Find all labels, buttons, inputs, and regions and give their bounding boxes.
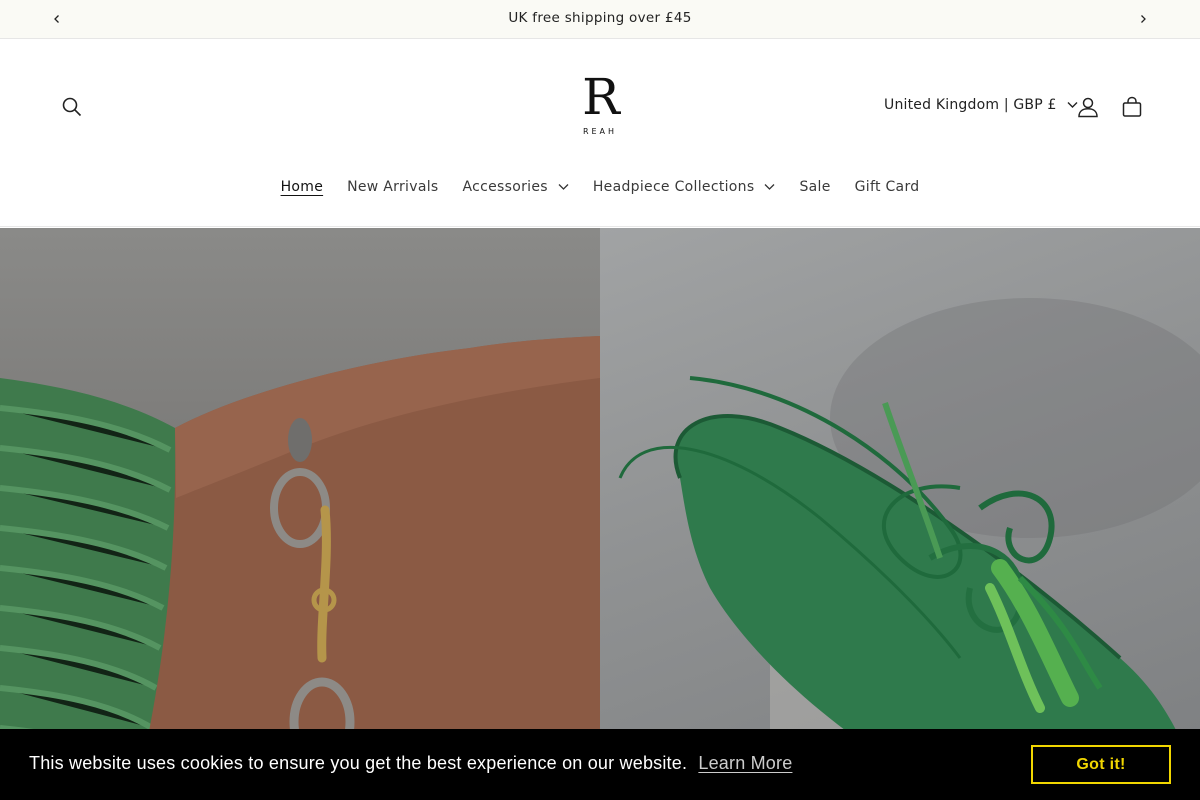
cookie-message-wrap: This website uses cookies to ensure you … xyxy=(29,753,792,774)
search-icon xyxy=(62,97,82,117)
announcement-bar: UK free shipping over £45 xyxy=(0,0,1200,39)
site-header: R REAH United Kingdom | GBP £ Home New A… xyxy=(0,39,1200,227)
cookie-accept-button[interactable]: Got it! xyxy=(1031,745,1171,784)
nav-label: Gift Card xyxy=(854,179,920,195)
nav-label: Accessories xyxy=(462,179,548,195)
main-navigation: Home New Arrivals Accessories Headpiece … xyxy=(0,177,1200,197)
logo-wordmark: REAH xyxy=(582,127,618,136)
chevron-right-icon xyxy=(1141,15,1146,23)
nav-label: Headpiece Collections xyxy=(592,179,755,195)
nav-item-headpiece-collections[interactable]: Headpiece Collections xyxy=(581,177,788,197)
locale-label: United Kingdom | GBP £ xyxy=(884,97,1057,113)
nav-label: New Arrivals xyxy=(347,179,439,195)
account-icon xyxy=(1078,97,1098,118)
site-logo[interactable]: R REAH xyxy=(560,69,640,149)
hero-banner[interactable] xyxy=(0,228,1200,800)
hero-image-bracelet[interactable] xyxy=(0,228,600,800)
country-currency-selector[interactable]: United Kingdom | GBP £ xyxy=(884,97,1078,113)
announcement-next-button[interactable] xyxy=(1134,10,1152,28)
chevron-down-icon xyxy=(558,184,569,190)
cart-icon xyxy=(1122,96,1142,117)
headpiece-illustration xyxy=(618,298,1200,800)
nav-item-accessories[interactable]: Accessories xyxy=(450,177,580,197)
announcement-text: UK free shipping over £45 xyxy=(508,10,692,26)
cookie-banner: This website uses cookies to ensure you … xyxy=(0,729,1200,800)
search-button[interactable] xyxy=(50,85,94,129)
nav-item-new-arrivals[interactable]: New Arrivals xyxy=(335,177,450,197)
cart-button[interactable] xyxy=(1110,85,1154,129)
logo-mark: R xyxy=(582,68,620,126)
chevron-down-icon xyxy=(764,184,775,190)
nav-item-sale[interactable]: Sale xyxy=(787,177,842,197)
nav-label: Sale xyxy=(799,179,831,195)
hero-image-headpiece[interactable] xyxy=(600,228,1200,800)
bracelet-illustration xyxy=(0,336,600,800)
account-button[interactable] xyxy=(1066,85,1110,129)
nav-label: Home xyxy=(280,179,324,195)
nav-item-gift-card[interactable]: Gift Card xyxy=(843,177,932,197)
cookie-message: This website uses cookies to ensure you … xyxy=(29,753,688,773)
nav-item-home[interactable]: Home xyxy=(269,177,336,197)
learn-more-link[interactable]: Learn More xyxy=(698,753,792,773)
